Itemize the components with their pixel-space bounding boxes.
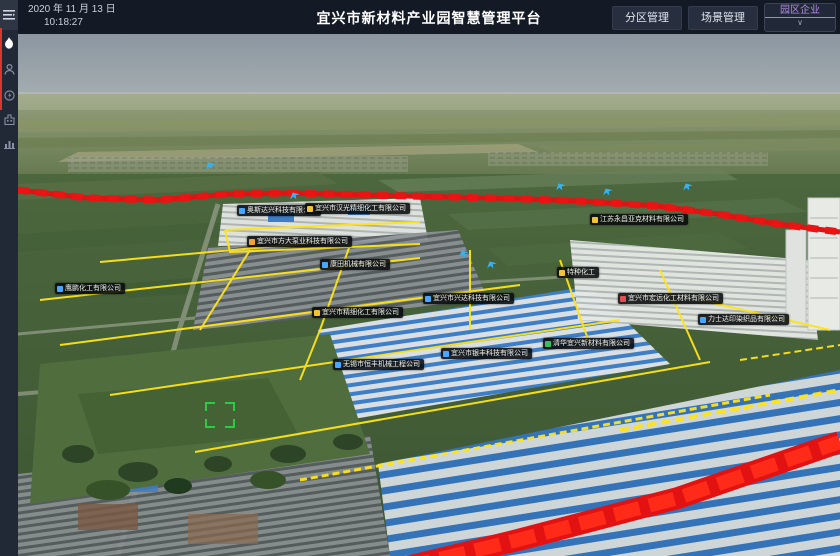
park-enterprise-dropdown[interactable]: 园区企业 ∨ [764,3,836,32]
flame-icon[interactable] [0,30,18,56]
company-icon [249,239,255,245]
company-name: 宜兴市银丰科技有限公司 [451,349,528,358]
menu-icon[interactable] [0,0,18,30]
energy-icon[interactable] [0,82,18,108]
company-name: 康田机械有限公司 [330,260,386,269]
company-label[interactable]: 宜兴市宏远化工材料有限公司 [618,293,723,304]
company-label[interactable]: 力士达印染织品有限公司 [698,314,789,325]
company-label[interactable]: 清华宜兴新材料有限公司 [543,338,634,349]
company-icon [57,286,63,292]
company-label[interactable]: 宜兴市银丰科技有限公司 [441,348,532,359]
company-label[interactable]: 江苏永昌亚克材料有限公司 [590,214,688,225]
header-actions: 分区管理 场景管理 园区企业 ∨ [612,3,836,32]
company-label[interactable]: 鹰鹏化工有限公司 [55,283,125,294]
company-name: 无锡市恒丰机械工程公司 [343,360,420,369]
company-label[interactable]: 宜兴市方大泵业科技有限公司 [247,236,352,247]
company-name: 宜兴市宏远化工材料有限公司 [628,294,719,303]
company-icon [335,362,341,368]
company-icon [559,270,565,276]
company-name: 特种化工 [567,268,595,277]
company-icon [545,341,551,347]
dropdown-label: 园区企业 [765,4,835,18]
zone-manage-button[interactable]: 分区管理 [612,6,682,30]
company-icon [314,310,320,316]
chevron-down-icon: ∨ [797,18,803,28]
sidebar [0,0,18,556]
company-icon [700,317,706,323]
company-icon [425,296,431,302]
company-label[interactable]: 康田机械有限公司 [320,259,390,270]
menu-icon-glyph [3,10,15,20]
company-icon [620,296,626,302]
company-name: 宜兴市兴达科技有限公司 [433,294,510,303]
company-icon [322,262,328,268]
company-icon [239,208,245,214]
company-icon [443,351,449,357]
company-label[interactable]: 宜兴市兴达科技有限公司 [423,293,514,304]
company-icon [307,206,313,212]
company-label[interactable]: 无锡市恒丰机械工程公司 [333,359,424,370]
user-icon[interactable] [0,56,18,82]
company-icon [592,217,598,223]
factory-icon[interactable] [0,106,18,132]
bar-chart-icon[interactable] [0,130,18,156]
company-name: 江苏永昌亚克材料有限公司 [600,215,684,224]
company-name: 力士达印染织品有限公司 [708,315,785,324]
top-header: 2020 年 11 月 13 日 10:18:27 宜兴市新材料产业园智慧管理平… [18,0,840,34]
company-name: 宜兴市汉光精细化工有限公司 [315,204,406,213]
scene-manage-button[interactable]: 场景管理 [688,6,758,30]
company-label[interactable]: 宜兴市汉光精细化工有限公司 [305,203,410,214]
company-label[interactable]: 宜兴市精细化工有限公司 [312,307,403,318]
company-label[interactable]: 特种化工 [557,267,599,278]
company-name: 宜兴市方大泵业科技有限公司 [257,237,348,246]
company-name: 清华宜兴新材料有限公司 [553,339,630,348]
company-name: 宜兴市精细化工有限公司 [322,308,399,317]
company-name: 鹰鹏化工有限公司 [65,284,121,293]
